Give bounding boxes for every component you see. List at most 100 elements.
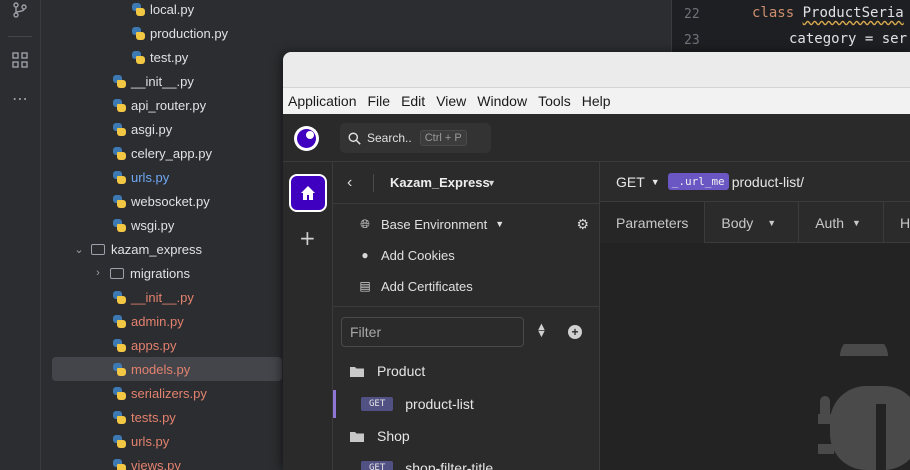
tree-item[interactable]: admin.py: [112, 309, 184, 333]
line-number: 23: [684, 33, 700, 48]
tree-item[interactable]: urls.py: [112, 429, 169, 453]
url-bar[interactable]: GET ▼ _.url_me product-list/: [600, 162, 910, 202]
tree-item[interactable]: wsgi.py: [112, 213, 174, 237]
tree-item-label: tests.py: [131, 409, 176, 425]
structure-icon[interactable]: [10, 50, 30, 70]
tree-item[interactable]: websocket.py: [112, 189, 210, 213]
git-branch-icon[interactable]: [10, 0, 30, 20]
tree-item-label: websocket.py: [131, 193, 210, 209]
menu-application[interactable]: Application: [288, 93, 357, 109]
more-icon[interactable]: ⋯: [10, 88, 30, 108]
folder-icon: [110, 267, 124, 279]
tree-item[interactable]: production.py: [131, 21, 228, 45]
chevron-right-icon[interactable]: ›: [92, 267, 104, 279]
caret-down-icon[interactable]: ▼: [487, 178, 496, 188]
tab-label: Parameters: [616, 214, 689, 231]
folder-open-icon: [350, 366, 364, 377]
folder-name: Product: [377, 363, 426, 379]
tab-headers[interactable]: H: [884, 202, 910, 243]
tree-item-label: celery_app.py: [131, 145, 212, 161]
tree-item[interactable]: api_router.py: [112, 93, 206, 117]
caret-down-icon: ▼: [852, 217, 861, 228]
tree-item-label: admin.py: [131, 313, 184, 329]
request-product-list[interactable]: GET product-list: [333, 390, 600, 418]
tree-item-label: test.py: [150, 49, 189, 65]
tree-item[interactable]: urls.py: [112, 165, 169, 189]
tree-folder[interactable]: › migrations: [92, 261, 190, 285]
python-file-icon: [112, 74, 127, 89]
sort-icon[interactable]: ▲ ▼: [536, 322, 547, 340]
tree-item[interactable]: views.py: [112, 453, 181, 470]
chevron-down-icon[interactable]: ⌄: [73, 243, 85, 256]
python-file-icon: [112, 434, 127, 449]
filter-placeholder: Filter: [350, 324, 382, 340]
environment-selector[interactable]: 🌐︎ Base Environment ▼ ⚙: [357, 212, 589, 236]
tree-item[interactable]: apps.py: [112, 333, 177, 357]
menu-window[interactable]: Window: [477, 93, 527, 109]
request-name: product-list: [405, 396, 474, 412]
window-titlebar[interactable]: [283, 52, 910, 88]
method-badge: GET: [361, 461, 394, 470]
tab-parameters[interactable]: Parameters: [600, 202, 706, 243]
home-button[interactable]: [289, 174, 327, 212]
ide-tool-strip: ⋯: [0, 0, 41, 470]
request-shop-filter-title[interactable]: GET shop-filter-title: [333, 454, 600, 470]
tab-label: H: [899, 214, 910, 231]
add-certificates-button[interactable]: ▤ Add Certificates: [357, 274, 473, 298]
filter-input[interactable]: Filter: [341, 317, 524, 347]
add-icon[interactable]: +: [299, 226, 316, 250]
python-file-icon: [112, 386, 127, 401]
tree-item-label: asgi.py: [131, 121, 173, 137]
gear-icon[interactable]: ⚙: [576, 216, 589, 233]
tree-item[interactable]: __init__.py: [112, 69, 194, 93]
folder-shop[interactable]: Shop: [349, 423, 410, 449]
folder-icon: [91, 243, 105, 255]
project-header: ‹ Kazam_Express ▼: [333, 162, 600, 204]
tree-item-label: apps.py: [131, 337, 177, 353]
method-selector[interactable]: GET: [616, 174, 645, 190]
project-name[interactable]: Kazam_Express: [390, 175, 490, 190]
tree-item[interactable]: __init__.py: [112, 285, 194, 309]
menu-bar: Application File Edit View Window Tools …: [283, 88, 910, 114]
tree-item-label: __init__.py: [131, 289, 194, 305]
menu-file[interactable]: File: [368, 93, 391, 109]
add-cookies-button[interactable]: ● Add Cookies: [357, 243, 455, 267]
add-cookies-label: Add Cookies: [381, 247, 455, 263]
url-path[interactable]: product-list/: [732, 174, 804, 190]
tree-item-label: local.py: [150, 1, 195, 17]
tree-folder-label: migrations: [130, 265, 190, 281]
insomnia-logo[interactable]: [294, 126, 319, 151]
tab-body[interactable]: Body ▼: [705, 202, 800, 243]
add-circle-icon[interactable]: +: [568, 325, 582, 339]
method-badge: GET: [361, 397, 394, 411]
tab-auth[interactable]: Auth ▼: [799, 202, 884, 243]
tree-item[interactable]: celery_app.py: [112, 141, 212, 165]
caret-down-icon[interactable]: ▼: [651, 177, 660, 187]
python-file-icon: [112, 458, 127, 470]
python-file-icon: [112, 314, 127, 329]
tree-item[interactable]: test.py: [131, 45, 188, 69]
add-certificates-label: Add Certificates: [381, 278, 473, 294]
menu-view[interactable]: View: [436, 93, 466, 109]
tree-item[interactable]: serializers.py: [112, 381, 207, 405]
tree-folder[interactable]: ⌄ kazam_express: [73, 237, 202, 261]
back-chevron-icon[interactable]: ‹: [347, 174, 352, 192]
code-class-name: ProductSeria: [802, 5, 904, 21]
menu-help[interactable]: Help: [582, 93, 611, 109]
search-button[interactable]: Search.. Ctrl + P: [340, 123, 491, 153]
tree-item-selected[interactable]: models.py: [52, 357, 282, 381]
tree-item[interactable]: local.py: [131, 0, 194, 21]
menu-edit[interactable]: Edit: [401, 93, 425, 109]
bug-illustration-icon: [818, 344, 910, 470]
folder-open-icon: [350, 431, 364, 442]
python-file-icon: [112, 98, 127, 113]
tree-item[interactable]: asgi.py: [112, 117, 172, 141]
tree-item-label: views.py: [131, 457, 181, 470]
code-line: class ProductSeria: [752, 5, 904, 21]
tree-item-label: __init__.py: [131, 73, 194, 89]
folder-product[interactable]: Product: [349, 358, 425, 384]
tree-item[interactable]: tests.py: [112, 405, 176, 429]
env-variable-tag[interactable]: _.url_me: [667, 173, 729, 190]
caret-down-icon: ▼: [767, 217, 777, 228]
menu-tools[interactable]: Tools: [538, 93, 571, 109]
